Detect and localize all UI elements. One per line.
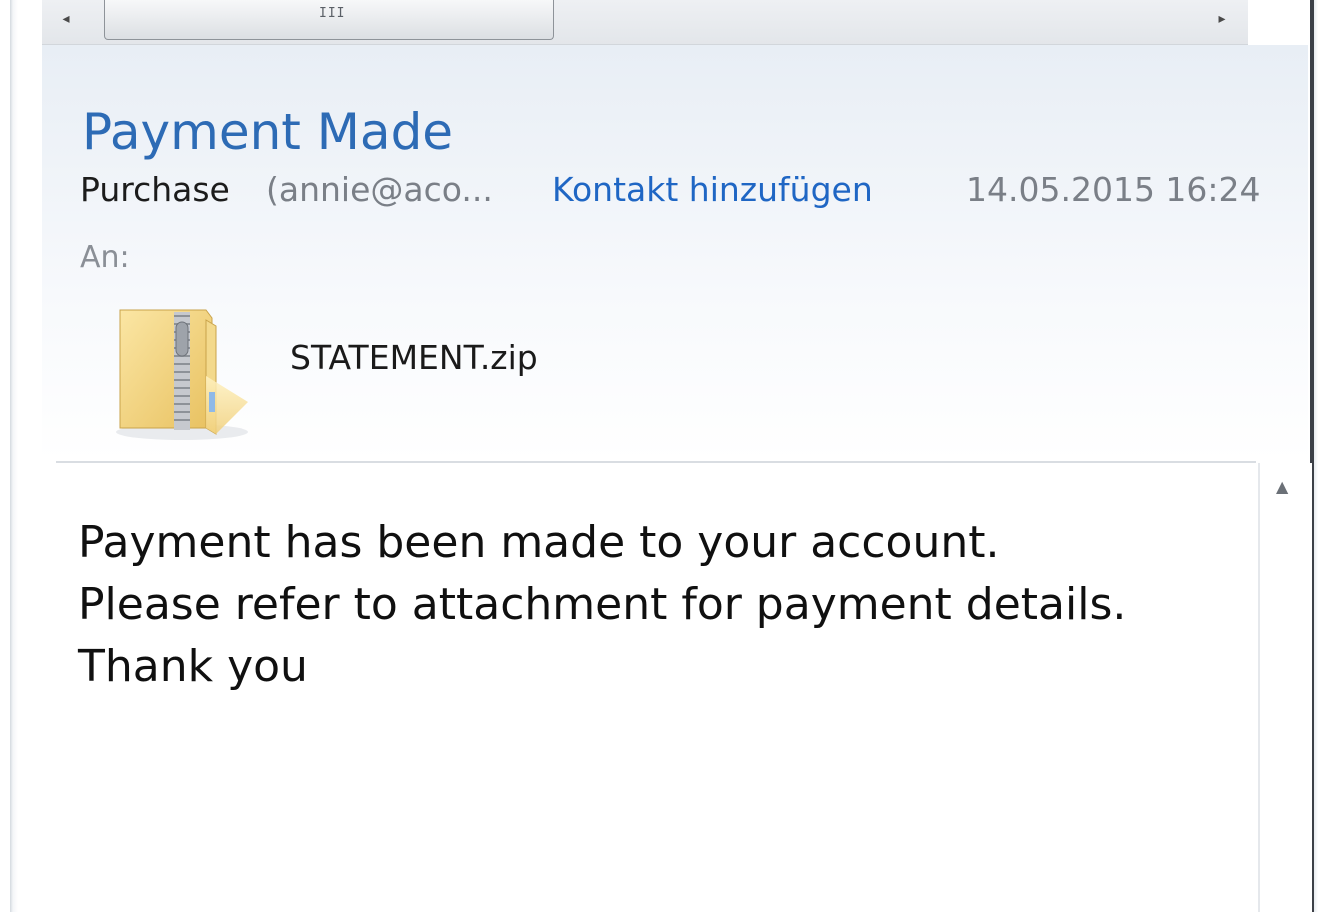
- email-subject: Payment Made: [82, 103, 454, 161]
- sender-row: Purchase (annie@aco... Kontakt hinzufüge…: [80, 168, 1280, 212]
- window-right-edge: [1310, 0, 1327, 912]
- attachment-item[interactable]: STATEMENT.zip: [112, 306, 592, 446]
- body-line: Payment has been made to your account.: [78, 517, 1000, 568]
- zip-folder-icon: [116, 309, 248, 440]
- email-date: 14.05.2015 16:24: [966, 170, 1261, 209]
- body-line: Thank you: [78, 641, 308, 692]
- sender-email[interactable]: (annie@aco...: [266, 168, 493, 212]
- scroll-right-icon[interactable]: ▸: [1212, 8, 1232, 30]
- scroll-grip-icon: III: [319, 6, 346, 21]
- horizontal-scrollbar[interactable]: ◂ III ▸: [42, 0, 1248, 45]
- message-body: Payment has been made to your account. P…: [78, 512, 1238, 698]
- scroll-left-icon[interactable]: ◂: [56, 8, 76, 30]
- attachment-filename[interactable]: STATEMENT.zip: [290, 332, 590, 384]
- sender-name[interactable]: Purchase: [80, 168, 230, 212]
- to-label: An:: [80, 240, 130, 275]
- horizontal-scroll-thumb[interactable]: III: [104, 0, 554, 40]
- scroll-up-icon[interactable]: ▲: [1276, 477, 1288, 496]
- body-line: Please refer to attachment for payment d…: [78, 579, 1127, 630]
- window-left-edge: [0, 0, 40, 912]
- vertical-scrollbar[interactable]: ▲: [1258, 463, 1312, 912]
- add-contact-link[interactable]: Kontakt hinzufügen: [552, 168, 873, 212]
- header-divider: [56, 461, 1256, 463]
